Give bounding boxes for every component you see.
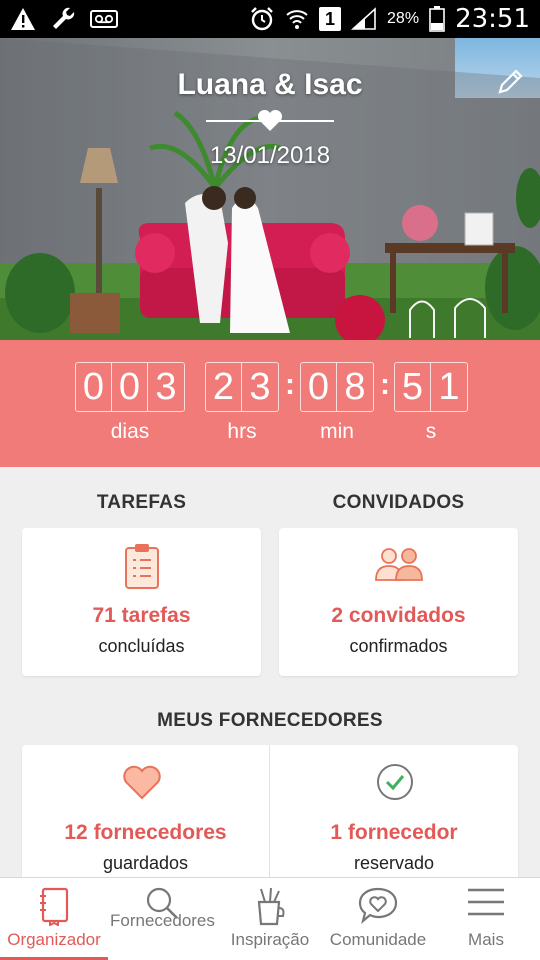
signal-icon — [351, 7, 377, 31]
battery-icon — [429, 6, 445, 32]
seconds-counter: 5 1 — [394, 362, 468, 412]
status-bar: 1 28% 23:51 — [0, 0, 540, 38]
guests-icon — [375, 548, 423, 581]
couple-names: Luana & Isac — [177, 68, 363, 101]
menu-icon — [468, 888, 504, 916]
days-label: dias — [110, 420, 150, 443]
booked-vendors-count: 1 fornecedor — [330, 821, 458, 844]
heart-icon — [257, 110, 283, 131]
saved-vendors-status: guardados — [102, 853, 189, 873]
tasks-card[interactable]: 71 tarefas concluídas — [22, 528, 261, 676]
booked-vendors-status: reservado — [353, 853, 435, 873]
days-digit: 3 — [155, 365, 177, 408]
notebook-icon — [40, 887, 69, 926]
nav-label: Organizador — [7, 930, 101, 949]
voicemail-icon — [90, 9, 118, 29]
nav-inspiracao[interactable]: Inspiração — [216, 878, 324, 960]
saved-vendors[interactable]: 12 fornecedores guardados — [22, 745, 269, 885]
countdown: 0 0 3 dias 2 3 hrs : 0 8 min : 5 1 s — [0, 340, 540, 467]
check-circle-icon — [377, 764, 413, 800]
tasks-status: concluídas — [98, 636, 185, 656]
hero-photo: Luana & Isac 13/01/2018 — [0, 38, 540, 340]
nav-organizador[interactable]: Organizador — [0, 878, 108, 960]
seconds-digit: 1 — [438, 365, 460, 408]
nav-label: Mais — [468, 930, 504, 949]
days-digit: 0 — [112, 363, 148, 411]
saved-vendors-count: 12 fornecedores — [64, 821, 227, 844]
tasks-count: 71 tarefas — [92, 604, 191, 627]
booked-vendors[interactable]: 1 fornecedor reservado — [270, 745, 518, 885]
time-separator: : — [380, 368, 390, 401]
seconds-label: s — [425, 420, 437, 443]
minutes-digit: 0 — [301, 363, 337, 411]
warning-icon — [10, 7, 36, 31]
wedding-date: 13/01/2018 — [209, 142, 331, 169]
minutes-label: min — [320, 420, 354, 443]
days-digit: 0 — [76, 363, 112, 411]
heart-icon — [123, 765, 161, 800]
guests-section-title: CONVIDADOS — [332, 492, 465, 513]
guests-status: confirmados — [349, 636, 448, 656]
bottom-nav: Organizador Fornecedores Inspiração Comu… — [0, 877, 540, 960]
alarm-icon — [249, 6, 275, 32]
nav-mais[interactable]: Mais — [432, 878, 540, 960]
minutes-counter: 0 8 — [300, 362, 374, 412]
seconds-digit: 5 — [395, 363, 431, 411]
sim-icon: 1 — [319, 7, 342, 31]
minutes-digit: 8 — [344, 365, 366, 408]
battery-percent: 28% — [387, 10, 420, 27]
hours-counter: 2 3 — [205, 362, 279, 412]
vendors-section-title: MEUS FORNECEDORES — [157, 710, 383, 731]
nav-label: Comunidade — [329, 930, 427, 949]
nav-comunidade[interactable]: Comunidade — [324, 878, 432, 960]
nav-label: Inspiração — [230, 930, 310, 949]
guests-count: 2 convidados — [331, 604, 466, 627]
clock: 23:51 — [455, 4, 530, 34]
nav-label: Fornecedores — [110, 911, 215, 930]
clipboard-icon — [125, 544, 159, 589]
tasks-section-title: TAREFAS — [96, 492, 187, 513]
days-counter: 0 0 3 — [75, 362, 185, 412]
wifi-icon — [285, 7, 309, 31]
pencil-cup-icon — [257, 887, 285, 926]
time-separator: : — [285, 368, 295, 401]
edit-icon[interactable] — [496, 66, 526, 96]
hours-digit: 3 — [249, 365, 271, 408]
hours-digit: 2 — [206, 363, 242, 411]
chat-heart-icon — [358, 887, 398, 924]
guests-card[interactable]: 2 convidados confirmados — [279, 528, 518, 676]
vendors-card: 12 fornecedores guardados 1 fornecedor r… — [22, 745, 518, 885]
hours-label: hrs — [227, 420, 257, 443]
wrench-icon — [50, 6, 76, 32]
nav-fornecedores[interactable]: Fornecedores — [108, 878, 216, 960]
